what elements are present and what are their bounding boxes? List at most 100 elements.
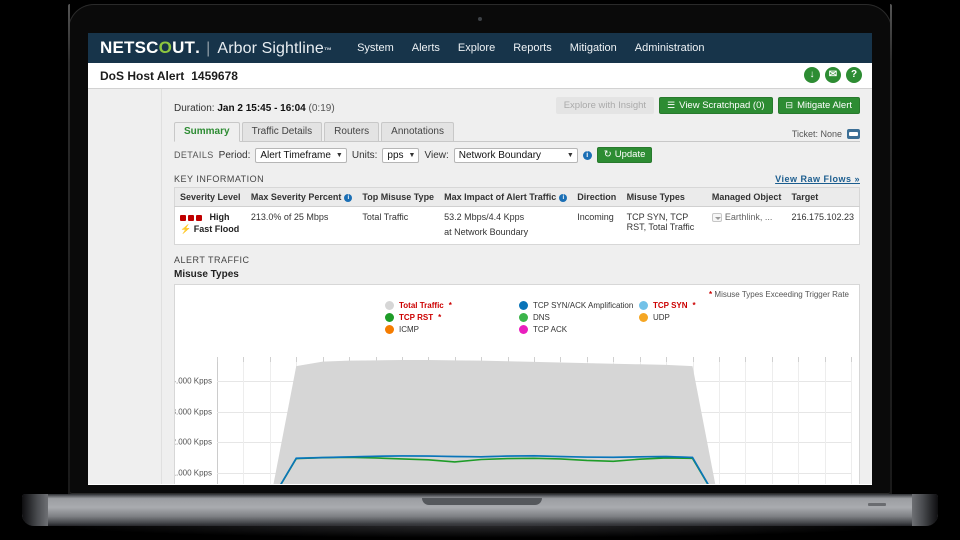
- cell-max-severity-percent: 213.0% of 25 Mbps: [245, 206, 358, 245]
- col-direction-label: Direction: [577, 192, 617, 202]
- tab-bar: Summary Traffic Details Routers Annotati…: [174, 122, 860, 142]
- table-body: High ⚡ Fast Flood 213.0% of 25 Mbps Tota…: [174, 206, 860, 245]
- cell-managed-object[interactable]: Earthlink, ...: [706, 206, 787, 245]
- legend-column-1: Total Traffic * TCP RST * ICMP: [385, 301, 519, 334]
- trigger-rate-note: * Misuse Types Exceeding Trigger Rate: [709, 290, 849, 299]
- view-label: View:: [424, 149, 449, 161]
- cell-top-misuse-type: Total Traffic: [357, 206, 440, 245]
- chart-series: [273, 360, 716, 484]
- legend-item-tcp-synack[interactable]: TCP SYN/ACK Amplification: [519, 301, 639, 310]
- cell-direction: Incoming: [572, 206, 622, 245]
- tab-routers[interactable]: Routers: [324, 122, 380, 141]
- nav-item-explore[interactable]: Explore: [449, 42, 504, 54]
- laptop-mockup: NETSC O UT. | Arbor Sightline ™ System Aler…: [0, 0, 960, 540]
- misuse-types-chart[interactable]: * Misuse Types Exceeding Trigger Rate To…: [174, 284, 860, 484]
- help-icon[interactable]: ?: [846, 67, 862, 83]
- period-select[interactable]: Alert Timeframe ▼: [255, 147, 347, 163]
- mail-icon[interactable]: ✉: [825, 67, 841, 83]
- info-icon[interactable]: i: [344, 193, 353, 202]
- legend-item-tcp-syn[interactable]: TCP SYN *: [639, 301, 739, 310]
- duration-row: Duration: Jan 2 15:45 - 16:04 (0:19) Exp…: [174, 97, 860, 119]
- laptop-base-left-edge: [22, 494, 48, 526]
- duration-label: Duration:: [174, 102, 215, 114]
- col-managed-object-label: Managed Object: [711, 192, 782, 202]
- nav-item-mitigation[interactable]: Mitigation: [561, 42, 626, 54]
- y-tick-label: 1.000 Kpps: [174, 468, 212, 478]
- table-header: Severity Level Max Severity Percent i Top…: [174, 187, 860, 207]
- tab-traffic-details[interactable]: Traffic Details: [241, 122, 323, 141]
- legend-swatch: [519, 325, 528, 334]
- units-select[interactable]: pps ▼: [382, 147, 420, 163]
- webcam: [478, 17, 482, 21]
- view-value: Network Boundary: [458, 149, 542, 161]
- legend-item-udp[interactable]: UDP: [639, 313, 739, 322]
- update-label: Update: [614, 149, 646, 160]
- period-value: Alert Timeframe: [260, 149, 331, 161]
- explore-with-insight-button[interactable]: Explore with Insight: [555, 97, 655, 114]
- col-severity-level: Severity Level: [174, 187, 246, 207]
- expand-icon[interactable]: [711, 213, 722, 223]
- mitigate-alert-button[interactable]: ⊟ Mitigate Alert: [777, 97, 860, 114]
- legend-swatch: [385, 325, 394, 334]
- col-top-misuse-type-label: Top Misuse Type: [362, 192, 435, 202]
- view-raw-flows-link[interactable]: View Raw Flows »: [775, 174, 860, 184]
- units-value: pps: [387, 149, 404, 161]
- nav-item-administration[interactable]: Administration: [626, 42, 714, 54]
- legend-column-3: TCP SYN * UDP: [639, 301, 739, 334]
- legend-item-total-traffic[interactable]: Total Traffic *: [385, 301, 519, 310]
- tab-annotations[interactable]: Annotations: [381, 122, 454, 141]
- ticket-icon[interactable]: [847, 129, 860, 139]
- view-select[interactable]: Network Boundary ▼: [453, 147, 578, 163]
- chevron-down-icon: ▼: [335, 151, 343, 159]
- update-button[interactable]: ↻ Update: [596, 147, 653, 163]
- legend-label: TCP RST: [399, 313, 434, 322]
- nav-item-system[interactable]: System: [348, 42, 403, 54]
- key-information-table: Severity Level Max Severity Percent i Top…: [174, 187, 860, 245]
- nav-item-reports[interactable]: Reports: [504, 42, 561, 54]
- page-title-bar: DoS Host Alert 1459678 ↓ ✉ ?: [88, 63, 872, 89]
- duration-value: Jan 2 15:45 - 16:04: [217, 102, 306, 114]
- severity-label: High: [209, 212, 230, 222]
- alert-traffic-header: ALERT TRAFFIC: [174, 255, 250, 265]
- cell-max-impact: 53.2 Mbps/4.4 Kpps at Network Boundary: [439, 206, 573, 245]
- list-icon: ☰: [667, 100, 676, 110]
- col-target-label: Target: [791, 192, 819, 202]
- info-icon[interactable]: i: [582, 150, 592, 160]
- cell-target: 216.175.102.23: [786, 206, 860, 245]
- laptop-trackpad-notch: [422, 498, 542, 505]
- info-icon[interactable]: i: [559, 193, 568, 202]
- download-icon[interactable]: ↓: [804, 67, 820, 83]
- nav-item-alerts[interactable]: Alerts: [403, 42, 449, 54]
- view-scratchpad-button[interactable]: ☰ View Scratchpad (0): [659, 97, 773, 114]
- chart-title: Misuse Types: [174, 269, 239, 280]
- legend-item-tcp-rst[interactable]: TCP RST *: [385, 313, 519, 322]
- shield-box-icon: ⊟: [785, 100, 794, 110]
- brand-ut: UT: [172, 38, 196, 57]
- details-label: DETAILS: [174, 150, 214, 160]
- col-max-severity-percent: Max Severity Percent i: [245, 187, 358, 207]
- tab-summary[interactable]: Summary: [174, 122, 240, 142]
- legend-swatch: [519, 313, 528, 322]
- ticket-label: Ticket: None: [791, 129, 842, 139]
- chart-area-total-traffic: [273, 360, 716, 484]
- alert-id: 1459678: [191, 68, 238, 83]
- duration-text: Duration: Jan 2 15:45 - 16:04 (0:19): [174, 103, 335, 114]
- brand-netsc: NETSC: [100, 38, 159, 57]
- legend-swatch: [639, 313, 648, 322]
- trigger-note-text: Misuse Types Exceeding Trigger Rate: [714, 290, 849, 299]
- table-header-row: Severity Level Max Severity Percent i Top…: [174, 187, 860, 207]
- refresh-icon: ↻: [603, 149, 612, 160]
- legend-star: *: [438, 313, 442, 322]
- legend-item-dns[interactable]: DNS: [519, 313, 639, 322]
- legend-item-tcp-ack[interactable]: TCP ACK: [519, 325, 639, 334]
- legend-swatch: [385, 301, 394, 310]
- col-max-impact-label: Max Impact of Alert Traffic: [444, 192, 557, 202]
- x-tick: [851, 357, 852, 362]
- brand-period: .: [195, 38, 201, 57]
- key-information-label: KEY INFORMATION: [174, 174, 265, 184]
- brand-logo[interactable]: NETSC O UT. | Arbor Sightline ™: [100, 38, 332, 58]
- legend-item-icmp[interactable]: ICMP: [385, 325, 519, 334]
- table-row[interactable]: High ⚡ Fast Flood 213.0% of 25 Mbps Tota…: [174, 206, 860, 245]
- max-impact-line1: 53.2 Mbps/4.4 Kpps: [444, 212, 525, 222]
- laptop-side-port: [868, 503, 886, 506]
